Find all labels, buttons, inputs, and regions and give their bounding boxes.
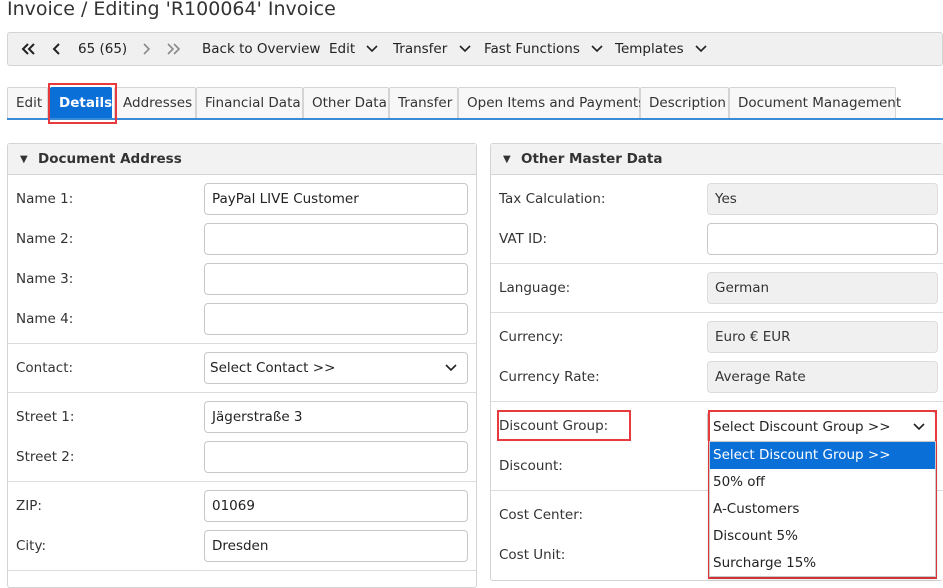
dropdown-option[interactable]: 50% off <box>710 469 935 496</box>
name4-label: Name 4: <box>16 311 74 327</box>
templates-menu-label: Templates <box>615 41 684 57</box>
dropdown-option[interactable]: A-Customers <box>710 496 935 523</box>
language-field: German <box>707 272 938 304</box>
tab-financial-data[interactable]: Financial Data <box>196 87 303 118</box>
edit-menu-label: Edit <box>329 41 356 57</box>
other-master-data-title: Other Master Data <box>521 151 663 167</box>
currency-field: Euro € EUR <box>707 321 938 353</box>
discount-group-select[interactable]: Select Discount Group >> <box>707 411 936 443</box>
page-title: Invoice / Editing 'R100064' Invoice <box>7 0 336 20</box>
street2-field[interactable] <box>204 441 468 473</box>
tab-transfer[interactable]: Transfer <box>389 87 458 118</box>
city-field[interactable]: Dresden <box>204 530 468 562</box>
contact-label: Contact: <box>16 360 74 376</box>
toolbar: 65 (65) Back to Overview Edit Transfer F… <box>7 32 943 66</box>
chevron-down-icon <box>695 45 707 53</box>
chevron-down-icon <box>459 45 471 53</box>
tab-addresses[interactable]: Addresses <box>114 87 196 118</box>
record-counter: 65 (65) <box>78 41 128 57</box>
contact-select-value: Select Contact >> <box>210 360 336 376</box>
divider <box>8 343 476 344</box>
tab-details[interactable]: Details <box>50 87 112 118</box>
street2-label: Street 2: <box>16 449 75 465</box>
transfer-menu[interactable]: Transfer <box>393 33 472 65</box>
divider <box>491 312 943 313</box>
name1-label: Name 1: <box>16 191 74 207</box>
divider <box>8 481 476 482</box>
name3-label: Name 3: <box>16 271 74 287</box>
back-to-overview-button[interactable]: Back to Overview <box>202 33 320 65</box>
chevron-down-icon <box>445 364 457 372</box>
name1-field[interactable]: PayPal LIVE Customer <box>204 183 468 215</box>
cost-center-label: Cost Center: <box>499 507 584 523</box>
collapse-caret-icon: ▼ <box>503 154 511 165</box>
zip-label: ZIP: <box>16 498 42 514</box>
street1-field[interactable]: Jägerstraße 3 <box>204 401 468 433</box>
dropdown-option[interactable]: Surcharge 15% <box>710 550 935 577</box>
discount-group-dropdown-list: Select Discount Group >> 50% off A-Custo… <box>709 441 936 577</box>
edit-menu[interactable]: Edit <box>329 33 379 65</box>
document-address-header[interactable]: ▼ Document Address <box>8 144 476 175</box>
last-record-icon[interactable] <box>166 33 182 65</box>
tab-edit[interactable]: Edit <box>7 87 48 118</box>
name2-field[interactable] <box>204 223 468 255</box>
name4-field[interactable] <box>204 303 468 335</box>
tax-calculation-field: Yes <box>707 183 938 215</box>
previous-record-icon[interactable] <box>52 33 62 65</box>
vat-id-label: VAT ID: <box>499 231 548 247</box>
discount-label: Discount: <box>499 458 563 474</box>
other-master-data-header[interactable]: ▼ Other Master Data <box>491 144 943 175</box>
dropdown-option[interactable]: Select Discount Group >> <box>710 442 935 469</box>
cost-unit-label: Cost Unit: <box>499 547 566 563</box>
tab-document-management[interactable]: Document Management <box>729 87 901 118</box>
collapse-caret-icon: ▼ <box>20 154 28 165</box>
language-label: Language: <box>499 280 571 296</box>
zip-field[interactable]: 01069 <box>204 490 468 522</box>
discount-group-label: Discount Group: <box>499 418 609 434</box>
tab-other-data[interactable]: Other Data <box>303 87 389 118</box>
discount-group-select-value: Select Discount Group >> <box>713 419 891 435</box>
next-record-icon[interactable] <box>141 33 151 65</box>
chevron-down-icon <box>366 45 379 53</box>
contact-select[interactable]: Select Contact >> <box>204 352 468 384</box>
divider <box>8 392 476 393</box>
document-address-panel: ▼ Document Address Name 1: PayPal LIVE C… <box>7 143 477 588</box>
transfer-menu-label: Transfer <box>393 41 448 57</box>
chevron-down-icon <box>913 423 925 431</box>
tab-open-items-and-payments[interactable]: Open Items and Payments <box>458 87 645 118</box>
divider <box>491 401 943 402</box>
currency-label: Currency: <box>499 329 564 345</box>
currency-rate-field: Average Rate <box>707 361 938 393</box>
tab-description[interactable]: Description <box>640 87 729 118</box>
templates-menu[interactable]: Templates <box>615 33 708 65</box>
name3-field[interactable] <box>204 263 468 295</box>
divider <box>8 570 476 571</box>
street1-label: Street 1: <box>16 409 75 425</box>
first-record-icon[interactable] <box>20 33 36 65</box>
fast-functions-menu[interactable]: Fast Functions <box>484 33 604 65</box>
dropdown-option[interactable]: Discount 5% <box>710 523 935 550</box>
fast-functions-menu-label: Fast Functions <box>484 41 580 57</box>
tab-bar: Edit Details Addresses Financial Data Ot… <box>7 87 943 120</box>
chevron-down-icon <box>591 45 603 53</box>
name2-label: Name 2: <box>16 231 74 247</box>
vat-id-field[interactable] <box>707 223 938 255</box>
currency-rate-label: Currency Rate: <box>499 369 600 385</box>
city-label: City: <box>16 538 47 554</box>
tax-calculation-label: Tax Calculation: <box>499 191 606 207</box>
document-address-title: Document Address <box>38 151 182 167</box>
divider <box>491 263 943 264</box>
